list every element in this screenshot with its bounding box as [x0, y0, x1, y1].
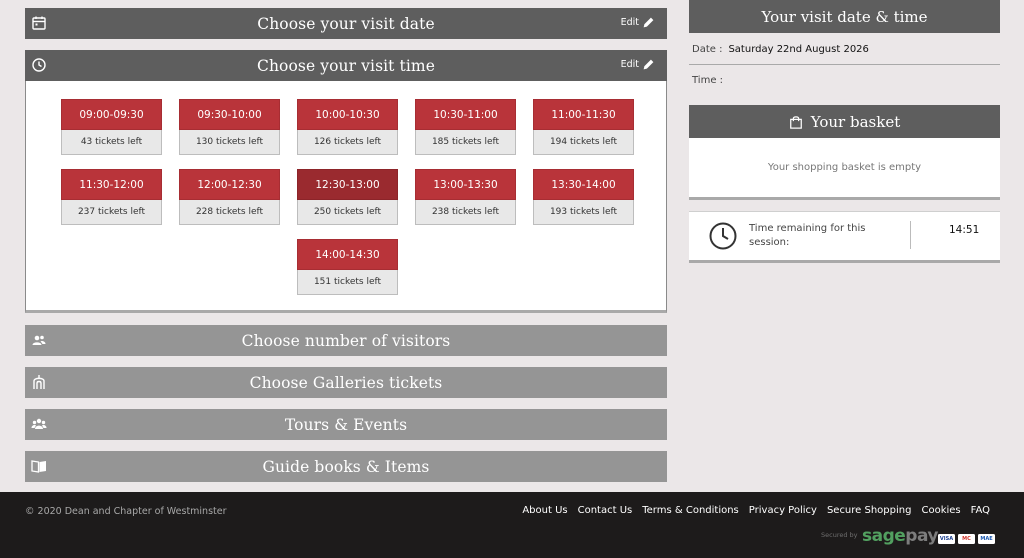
basket-header: Your basket: [689, 105, 1000, 138]
people-icon: [32, 335, 46, 345]
visit-date-label: Date :: [692, 43, 723, 55]
time-slot-availability: 126 tickets left: [297, 130, 398, 155]
time-slot[interactable]: 13:00-13:30 238 tickets left: [415, 169, 516, 225]
time-slot-availability: 151 tickets left: [297, 270, 398, 295]
clock-icon: [709, 222, 737, 250]
visit-date-value: Saturday 22nd August 2026: [728, 43, 869, 55]
edit-date-label: Edit: [620, 17, 639, 28]
pencil-icon: [643, 17, 654, 28]
date-section-title: Choose your visit date: [257, 14, 435, 33]
guide-section-title: Guide books & Items: [262, 457, 430, 476]
footer-link-cookies[interactable]: Cookies: [921, 505, 960, 516]
footer-link-secure-shopping[interactable]: Secure Shopping: [827, 505, 912, 516]
sagepay-logo-sage: sage: [862, 526, 906, 546]
time-slot-selected[interactable]: 12:30-13:00 250 tickets left: [297, 169, 398, 225]
session-timer-value: 14:51: [949, 224, 980, 236]
book-icon: [31, 460, 46, 473]
time-section-title: Choose your visit time: [256, 56, 435, 75]
visit-time-row: Time :: [689, 65, 1000, 95]
time-slot-time: 11:00-11:30: [533, 99, 634, 130]
visit-date-row: Date : Saturday 22nd August 2026: [689, 34, 1000, 64]
time-slot-time: 11:30-12:00: [61, 169, 162, 200]
footer-links: About Us Contact Us Terms & Conditions P…: [522, 505, 990, 516]
time-slot[interactable]: 10:00-10:30 126 tickets left: [297, 99, 398, 155]
summary-sidebar: Your visit date & time Date : Saturday 2…: [689, 0, 1000, 263]
tours-section-title: Tours & Events: [284, 415, 408, 434]
time-slot[interactable]: 09:30-10:00 130 tickets left: [179, 99, 280, 155]
time-slot[interactable]: 11:00-11:30 194 tickets left: [533, 99, 634, 155]
booking-steps: Choose your visit date Edit Choose your …: [25, 8, 667, 493]
galleries-section-header[interactable]: Choose Galleries tickets: [25, 367, 667, 398]
session-timer: Time remaining for this session: 14:51: [689, 211, 1000, 263]
gallery-arch-icon: [33, 375, 45, 389]
sagepay-logo-pay: pay: [905, 526, 938, 546]
time-slot-availability: 43 tickets left: [61, 130, 162, 155]
edit-time-button[interactable]: Edit: [621, 58, 655, 71]
payment-cards: VISA MC MAE: [938, 534, 995, 544]
time-slot-availability: 193 tickets left: [533, 200, 634, 225]
visit-time-label: Time :: [692, 74, 724, 86]
visa-card-icon: VISA: [938, 534, 955, 544]
time-slot-time: 10:30-11:00: [415, 99, 516, 130]
time-slot-panel: 09:00-09:30 43 tickets left 09:30-10:00 …: [25, 81, 667, 313]
session-timer-label: Time remaining for this session:: [749, 223, 866, 248]
footer-link-privacy[interactable]: Privacy Policy: [749, 505, 817, 516]
time-slot[interactable]: 11:30-12:00 237 tickets left: [61, 169, 162, 225]
time-slot-availability: 194 tickets left: [533, 130, 634, 155]
clock-icon: [32, 58, 46, 72]
secured-by-label: Secured by: [821, 531, 858, 539]
time-slot-availability: 238 tickets left: [415, 200, 516, 225]
time-slot-time: 13:00-13:30: [415, 169, 516, 200]
edit-time-label: Edit: [620, 59, 639, 70]
time-slot[interactable]: 14:00-14:30 151 tickets left: [297, 239, 398, 295]
time-section-header[interactable]: Choose your visit time Edit: [25, 50, 667, 81]
calendar-icon: [32, 16, 46, 30]
tours-section-header[interactable]: Tours & Events: [25, 409, 667, 440]
time-slot-time: 09:00-09:30: [61, 99, 162, 130]
time-slot-availability: 228 tickets left: [179, 200, 280, 225]
galleries-section-title: Choose Galleries tickets: [249, 373, 443, 392]
footer: © 2020 Dean and Chapter of Westminster A…: [0, 492, 1024, 558]
time-slot-time: 12:00-12:30: [179, 169, 280, 200]
basket-empty-message: Your shopping basket is empty: [767, 162, 922, 173]
time-slot-time: 14:00-14:30: [297, 239, 398, 270]
time-slot-availability: 130 tickets left: [179, 130, 280, 155]
time-slot[interactable]: 12:00-12:30 228 tickets left: [179, 169, 280, 225]
shopping-bag-icon: [789, 115, 802, 129]
time-slot-time: 13:30-14:00: [533, 169, 634, 200]
time-slot-availability: 237 tickets left: [61, 200, 162, 225]
pencil-icon: [643, 59, 654, 70]
date-section-header[interactable]: Choose your visit date Edit: [25, 8, 667, 39]
edit-date-button[interactable]: Edit: [621, 16, 655, 29]
time-slot-availability: 185 tickets left: [415, 130, 516, 155]
footer-link-contact[interactable]: Contact Us: [578, 505, 633, 516]
time-slot[interactable]: 10:30-11:00 185 tickets left: [415, 99, 516, 155]
group-icon: [31, 418, 47, 429]
visitors-section-title: Choose number of visitors: [241, 331, 451, 350]
visit-summary-header: Your visit date & time: [689, 0, 1000, 33]
time-slot[interactable]: 09:00-09:30 43 tickets left: [61, 99, 162, 155]
copyright: © 2020 Dean and Chapter of Westminster: [25, 506, 227, 517]
time-slot-availability: 250 tickets left: [297, 200, 398, 225]
mastercard-icon: MC: [958, 534, 975, 544]
time-slot[interactable]: 13:30-14:00 193 tickets left: [533, 169, 634, 225]
time-slot-time: 12:30-13:00: [297, 169, 398, 200]
time-slot-time: 10:00-10:30: [297, 99, 398, 130]
maestro-card-icon: MAE: [978, 534, 995, 544]
visit-summary-title: Your visit date & time: [761, 7, 928, 26]
footer-link-faq[interactable]: FAQ: [971, 505, 990, 516]
sagepay-logo: sagepay: [862, 526, 938, 546]
time-slot-time: 09:30-10:00: [179, 99, 280, 130]
footer-link-terms[interactable]: Terms & Conditions: [642, 505, 739, 516]
basket-title: Your basket: [810, 112, 901, 131]
guide-section-header[interactable]: Guide books & Items: [25, 451, 667, 482]
visitors-section-header[interactable]: Choose number of visitors: [25, 325, 667, 356]
basket-body: Your shopping basket is empty: [689, 138, 1000, 200]
timer-divider: [910, 221, 911, 249]
footer-link-about[interactable]: About Us: [522, 505, 567, 516]
